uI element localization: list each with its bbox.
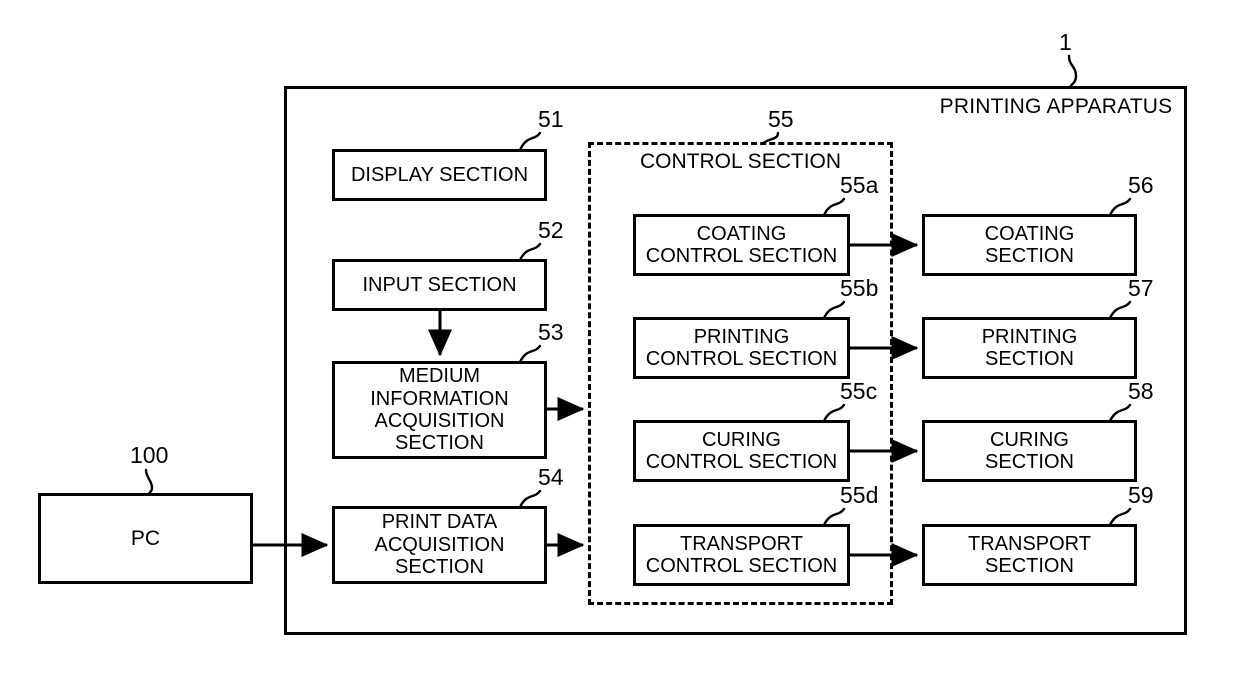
node-transport-section-label: TRANSPORT SECTION xyxy=(968,532,1091,577)
node-transport-section[interactable]: TRANSPORT SECTION xyxy=(922,524,1137,586)
node-print-data-acquisition-section-label: PRINT DATA ACQUISITION SECTION xyxy=(374,511,505,579)
ref-input-section: 52 xyxy=(538,217,564,243)
node-display-section[interactable]: DISPLAY SECTION xyxy=(332,149,547,201)
ref-control-section: 55 xyxy=(768,106,794,132)
node-display-section-label: DISPLAY SECTION xyxy=(350,163,529,186)
node-input-section-label: INPUT SECTION xyxy=(362,273,517,296)
node-input-section[interactable]: INPUT SECTION xyxy=(332,259,547,311)
node-curing-section[interactable]: CURING SECTION xyxy=(922,420,1137,482)
ref-transport-control-section: 55d xyxy=(840,482,879,508)
node-pc[interactable]: PC xyxy=(38,493,253,584)
ref-display-section: 51 xyxy=(538,106,564,132)
ref-transport-section: 59 xyxy=(1128,482,1154,508)
node-coating-control-section-label: COATING CONTROL SECTION xyxy=(645,222,838,267)
node-curing-control-section-label: CURING CONTROL SECTION xyxy=(645,428,838,473)
ref-pc: 100 xyxy=(130,442,169,468)
ref-curing-section: 58 xyxy=(1128,378,1154,404)
node-transport-control-section[interactable]: TRANSPORT CONTROL SECTION xyxy=(633,524,850,586)
ref-print-data-section: 54 xyxy=(538,464,564,490)
node-printing-section-label: PRINTING SECTION xyxy=(981,325,1078,370)
node-curing-control-section[interactable]: CURING CONTROL SECTION xyxy=(633,420,850,482)
figure-canvas: PRINTING APPARATUS CONTROL SECTION PC DI… xyxy=(0,0,1240,690)
printing-apparatus-label: PRINTING APPARATUS xyxy=(939,95,1173,118)
node-printing-control-section[interactable]: PRINTING CONTROL SECTION xyxy=(633,317,850,379)
node-coating-section-label: COATING SECTION xyxy=(984,222,1075,267)
node-printing-control-section-label: PRINTING CONTROL SECTION xyxy=(645,325,838,370)
node-transport-control-section-label: TRANSPORT CONTROL SECTION xyxy=(645,532,838,577)
leader-pc xyxy=(144,468,154,496)
node-medium-information-acquisition-section[interactable]: MEDIUM INFORMATION ACQUISITION SECTION xyxy=(332,361,547,459)
node-curing-section-label: CURING SECTION xyxy=(985,428,1074,473)
ref-apparatus: 1 xyxy=(1059,29,1072,55)
node-printing-section[interactable]: PRINTING SECTION xyxy=(922,317,1137,379)
node-coating-section[interactable]: COATING SECTION xyxy=(922,214,1137,276)
leader-apparatus xyxy=(1067,54,1078,90)
ref-curing-control-section: 55c xyxy=(840,378,878,404)
node-pc-label: PC xyxy=(130,526,161,550)
node-medium-information-acquisition-section-label: MEDIUM INFORMATION ACQUISITION SECTION xyxy=(370,365,509,455)
control-section-label: CONTROL SECTION xyxy=(639,150,842,173)
ref-medium-section: 53 xyxy=(538,319,564,345)
node-coating-control-section[interactable]: COATING CONTROL SECTION xyxy=(633,214,850,276)
ref-coating-control-section: 55a xyxy=(840,172,879,198)
ref-printing-section: 57 xyxy=(1128,275,1154,301)
node-print-data-acquisition-section[interactable]: PRINT DATA ACQUISITION SECTION xyxy=(332,506,547,584)
ref-coating-section: 56 xyxy=(1128,172,1154,198)
ref-printing-control-section: 55b xyxy=(840,275,879,301)
